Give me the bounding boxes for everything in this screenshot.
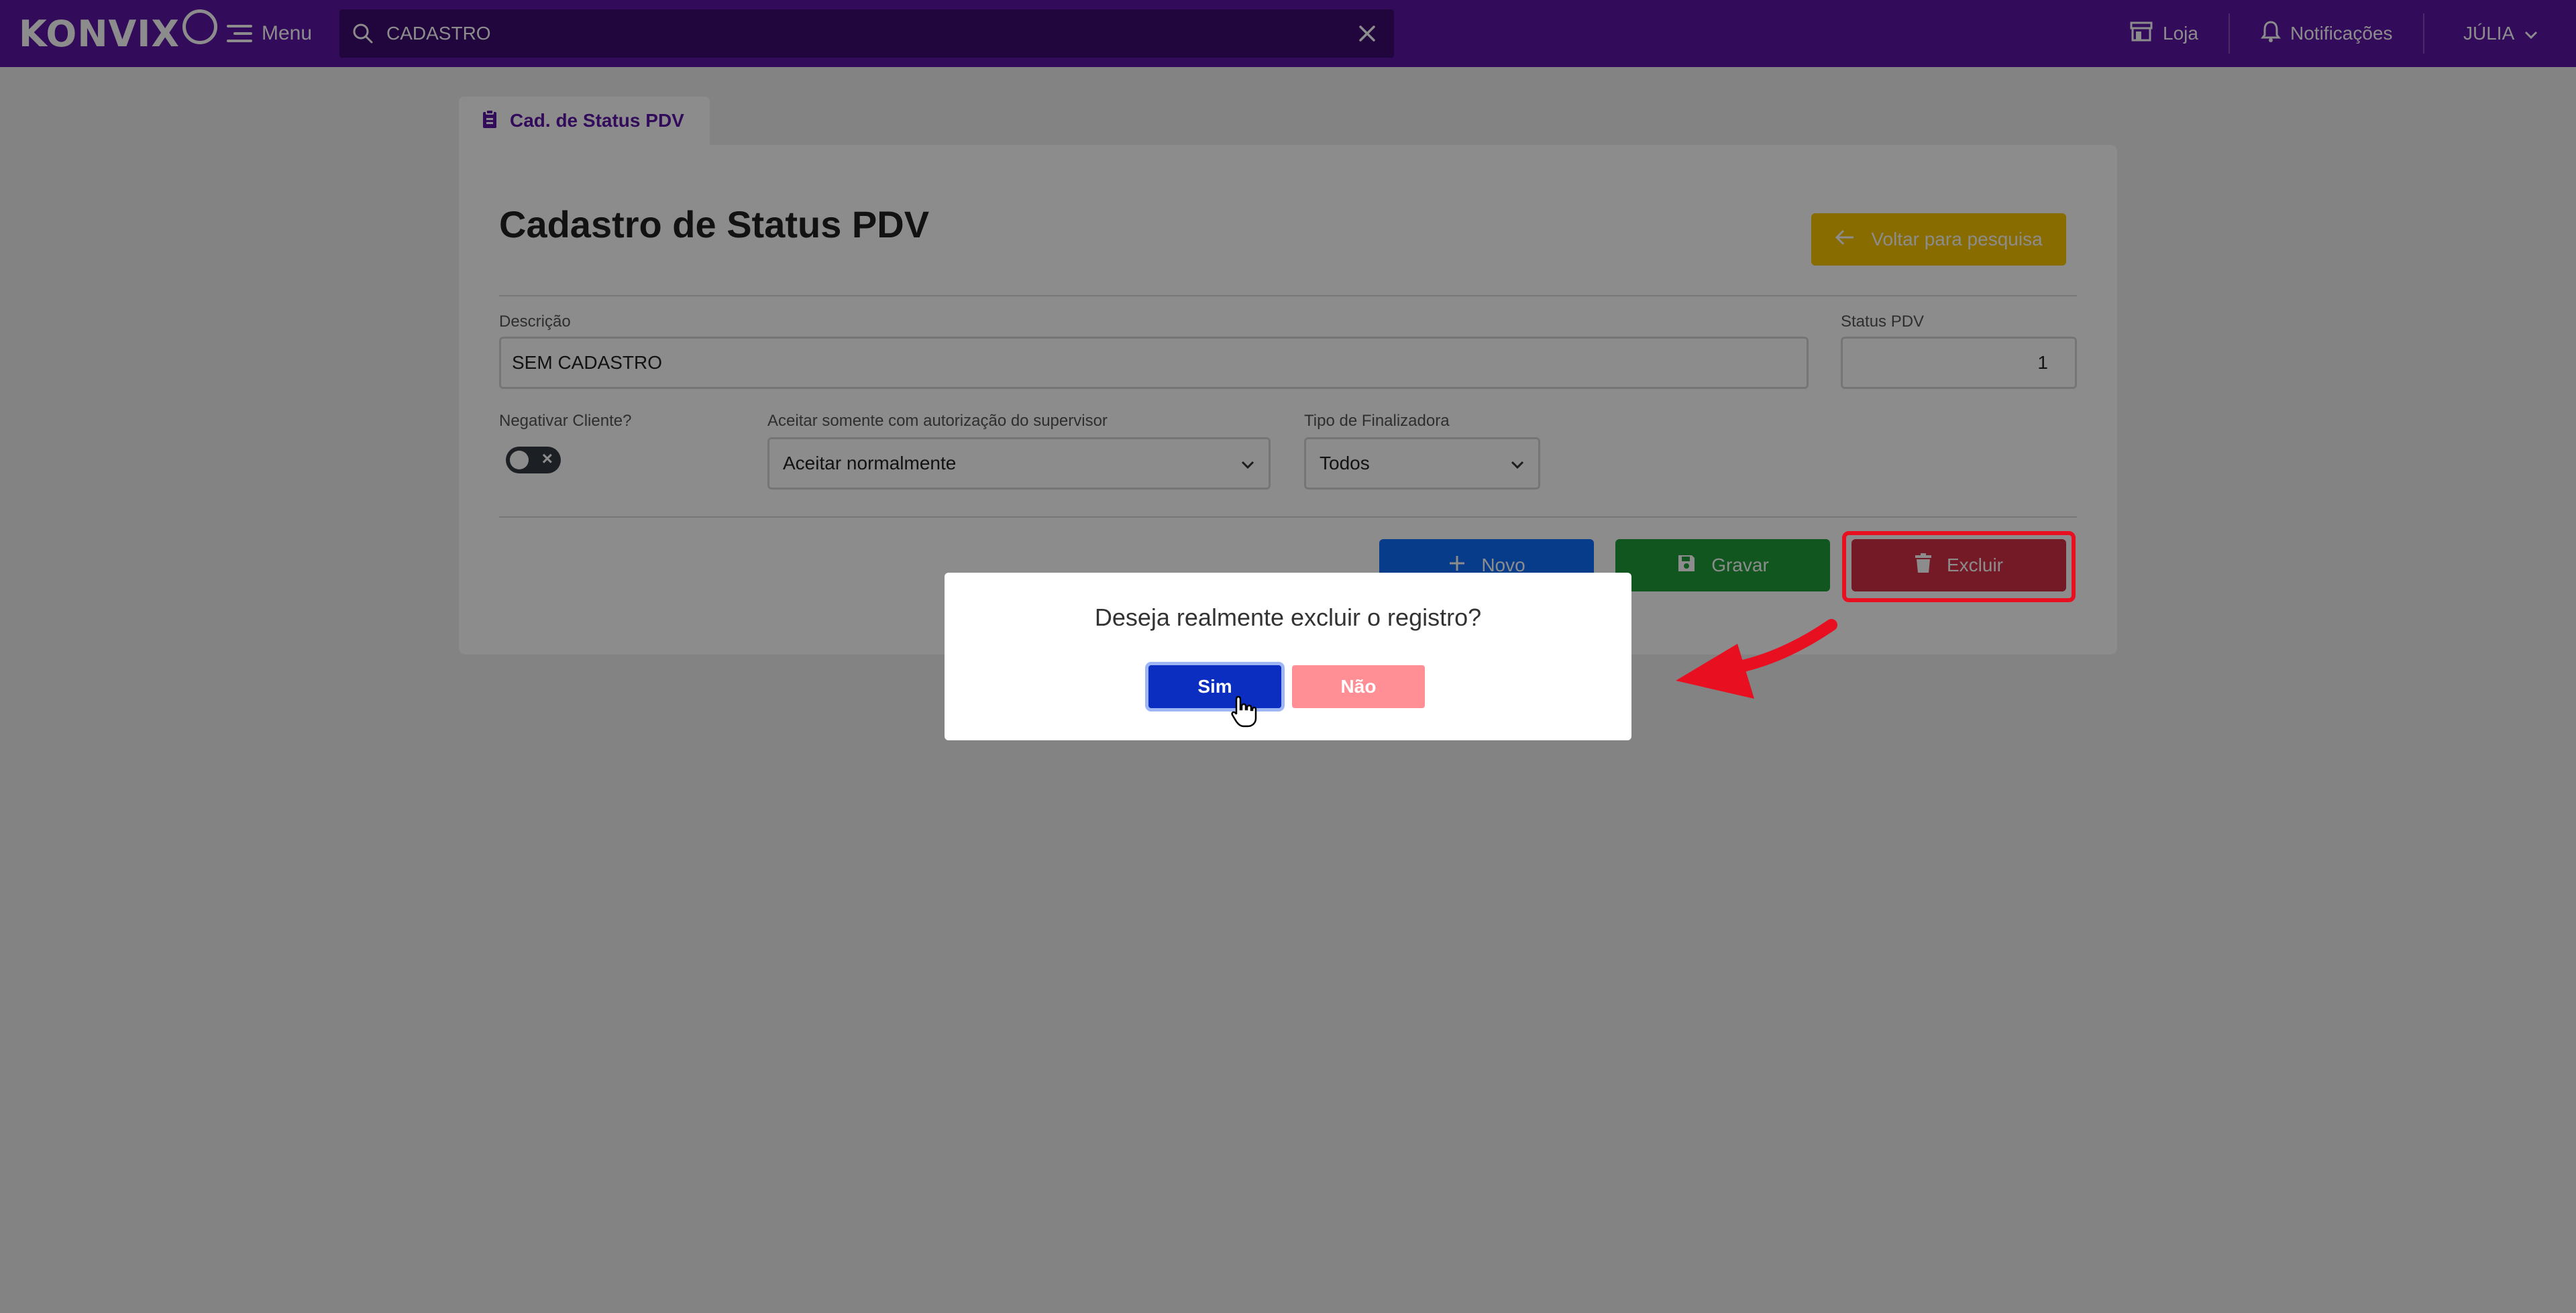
annotation-arrow-icon: [1676, 619, 1837, 699]
annotation-highlight-box: [1842, 531, 2076, 602]
confirm-yes-button[interactable]: Sim: [1148, 665, 1281, 708]
confirm-no-button[interactable]: Não: [1292, 665, 1425, 708]
hand-cursor-icon: [1231, 695, 1257, 728]
confirm-delete-dialog: Deseja realmente excluir o registro? Sim…: [945, 573, 1631, 740]
dialog-message: Deseja realmente excluir o registro?: [1094, 604, 1482, 631]
